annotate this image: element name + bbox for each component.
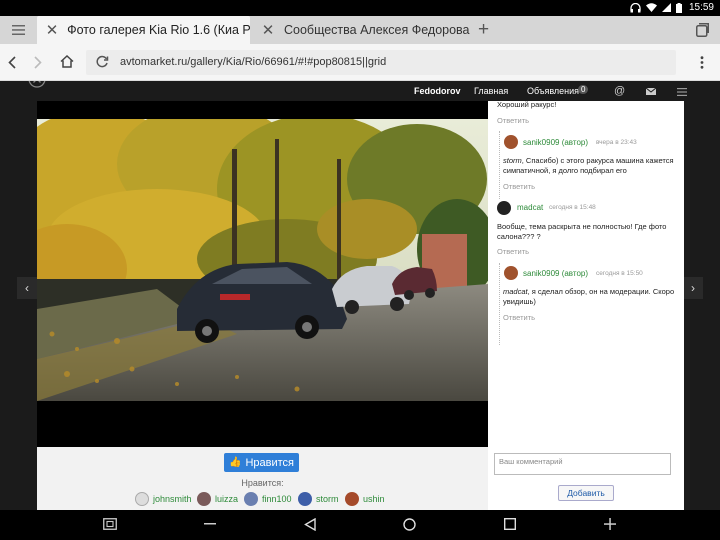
mention-icon[interactable]: @ bbox=[614, 85, 625, 97]
comments-panel: Хороший ракурс! Ответить sanik0909 (авто… bbox=[488, 100, 684, 510]
home-icon[interactable] bbox=[60, 55, 74, 68]
avatar bbox=[298, 492, 312, 506]
site-home-link[interactable]: Главная bbox=[474, 86, 508, 96]
liker-finn100[interactable]: finn100 bbox=[244, 492, 292, 506]
thread-line bbox=[499, 263, 500, 345]
reply-link[interactable]: Ответить bbox=[503, 313, 535, 322]
comment-text: madcat, я сделал обзор, он на модерации.… bbox=[503, 287, 681, 307]
tab-strip: ✕ Фото галерея Kia Rio 1.6 (Киа Рио) ✕ С… bbox=[0, 16, 720, 44]
close-tab-icon[interactable]: ✕ bbox=[43, 21, 61, 39]
tab-switcher-icon[interactable] bbox=[696, 23, 709, 37]
browser-toolbar: avtomarket.ru/gallery/Kia/Rio/66961/#!#p… bbox=[0, 44, 720, 81]
reply-link[interactable]: Ответить bbox=[503, 182, 535, 191]
liker-luizza[interactable]: luizza bbox=[197, 492, 238, 506]
comment-time: сегодня в 15:50 bbox=[596, 270, 643, 277]
close-overlay-icon[interactable] bbox=[27, 81, 47, 89]
avatar bbox=[497, 201, 511, 215]
comment-input[interactable]: Ваш комментарий bbox=[494, 453, 671, 475]
hamburger-icon[interactable] bbox=[677, 88, 687, 96]
reply-link[interactable]: Ответить bbox=[497, 247, 529, 256]
liker-name: luizza bbox=[215, 494, 239, 504]
screenshot-icon[interactable] bbox=[103, 518, 117, 530]
tab-title: Фото галерея Kia Rio 1.6 (Киа Рио) bbox=[67, 23, 250, 37]
status-icons: 15:59 bbox=[630, 2, 714, 13]
home-nav-icon[interactable] bbox=[403, 518, 416, 531]
likes-label: Нравится: bbox=[241, 478, 284, 488]
forward-icon[interactable] bbox=[34, 56, 42, 69]
plus-icon[interactable] bbox=[604, 518, 616, 530]
minus-icon[interactable] bbox=[204, 523, 216, 525]
reply-link[interactable]: Ответить bbox=[497, 116, 529, 125]
comment-author[interactable]: madcat bbox=[517, 203, 543, 212]
comment-text: Хороший ракурс! bbox=[497, 100, 557, 109]
address-bar[interactable]: avtomarket.ru/gallery/Kia/Rio/66961/#!#p… bbox=[86, 50, 676, 75]
liker-name: johnsmith bbox=[153, 494, 192, 504]
liker-name: storm bbox=[316, 494, 339, 504]
close-tab-icon[interactable]: ✕ bbox=[258, 21, 278, 39]
site-nav-bar: Fedodorov Главная Объявления 0 @ bbox=[0, 81, 720, 101]
tab-communities[interactable]: ✕ Сообщества Алексея Федорова bbox=[252, 16, 470, 44]
system-nav-bar bbox=[0, 510, 720, 540]
status-time: 15:59 bbox=[688, 2, 714, 13]
liker-storm[interactable]: storm bbox=[298, 492, 339, 506]
comment-text: storm, Спасибо) с этого ракурса машина к… bbox=[503, 156, 681, 176]
avatar bbox=[345, 492, 359, 506]
recents-nav-icon[interactable] bbox=[504, 518, 516, 530]
comment-body: , я сделал обзор, он на модерации. Скоро… bbox=[503, 287, 675, 306]
liker-ushin[interactable]: ushin bbox=[345, 492, 385, 506]
comment-time: сегодня в 15:48 bbox=[549, 204, 596, 211]
avatar bbox=[504, 135, 518, 149]
status-bar: 15:59 bbox=[0, 0, 720, 16]
back-icon[interactable] bbox=[8, 56, 16, 69]
site-ads-link[interactable]: Объявления bbox=[527, 86, 579, 96]
add-comment-button[interactable]: Добавить bbox=[558, 485, 614, 501]
comment-author[interactable]: sanik0909 (автор) bbox=[523, 138, 588, 147]
thumbs-up-icon: 👍 bbox=[229, 457, 242, 468]
thread-line bbox=[499, 131, 500, 199]
next-photo-button[interactable]: › bbox=[683, 277, 703, 299]
avatar bbox=[197, 492, 211, 506]
likes-panel: 👍 Нравится Нравится: johnsmith luizza fi… bbox=[37, 447, 488, 510]
mail-icon[interactable] bbox=[646, 88, 656, 95]
page-content: Fedodorov Главная Объявления 0 @ ‹ › 👍 Н… bbox=[0, 81, 720, 510]
avatar bbox=[244, 492, 258, 506]
comment-time: вчера в 23:43 bbox=[596, 139, 637, 146]
comment-mention[interactable]: storm bbox=[503, 156, 522, 165]
tab-title: Сообщества Алексея Федорова bbox=[284, 23, 470, 37]
comment-text: Вообще, тема раскрыта не полностью! Где … bbox=[497, 222, 667, 241]
new-tab-icon[interactable]: + bbox=[478, 19, 489, 41]
signal-icon bbox=[661, 3, 671, 12]
comment-author[interactable]: sanik0909 (автор) bbox=[523, 269, 588, 278]
battery-icon bbox=[675, 2, 682, 13]
like-button[interactable]: 👍 Нравится bbox=[224, 453, 299, 472]
like-button-label: Нравится bbox=[245, 456, 294, 469]
car-photo-image bbox=[37, 119, 488, 401]
previous-photo-button[interactable]: ‹ bbox=[17, 277, 37, 299]
comment-mention[interactable]: madcat bbox=[503, 287, 528, 296]
site-user-link[interactable]: Fedodorov bbox=[414, 86, 461, 96]
back-nav-icon[interactable] bbox=[304, 518, 316, 531]
menu-icon[interactable] bbox=[12, 25, 25, 35]
gallery-photo[interactable] bbox=[37, 119, 488, 401]
url-text: avtomarket.ru/gallery/Kia/Rio/66961/#!#p… bbox=[120, 56, 387, 68]
headphones-icon bbox=[630, 2, 641, 12]
liker-johnsmith[interactable]: johnsmith bbox=[135, 492, 192, 506]
ads-count-badge: 0 bbox=[578, 85, 589, 94]
liker-name: finn100 bbox=[262, 494, 292, 504]
liker-name: ushin bbox=[363, 494, 385, 504]
avatar bbox=[135, 492, 149, 506]
wifi-icon bbox=[645, 3, 657, 12]
avatar bbox=[504, 266, 518, 280]
more-options-icon[interactable] bbox=[700, 56, 704, 69]
reload-icon[interactable] bbox=[95, 55, 109, 69]
comment-body: , Спасибо) с этого ракурса машина кажетс… bbox=[503, 156, 674, 175]
tab-gallery[interactable]: ✕ Фото галерея Kia Rio 1.6 (Киа Рио) bbox=[37, 16, 250, 44]
